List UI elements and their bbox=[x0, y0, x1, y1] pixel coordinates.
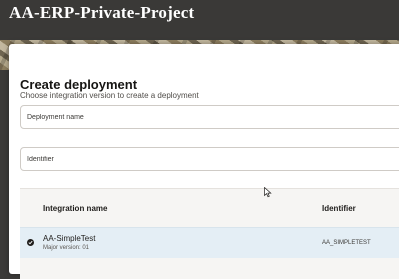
table-row[interactable]: AA-SimpleTest Major version: 01 AA_SIMPL… bbox=[20, 227, 399, 258]
column-header-identifier[interactable]: Identifier bbox=[322, 204, 356, 213]
mouse-cursor-icon bbox=[264, 187, 272, 198]
integration-version: Major version: 01 bbox=[43, 245, 90, 251]
integration-table: Integration name Identifier AA-SimpleTes… bbox=[20, 188, 399, 279]
check-icon bbox=[27, 239, 34, 246]
integration-identifier: AA_SIMPLETEST bbox=[322, 240, 371, 246]
identifier-field[interactable] bbox=[20, 147, 399, 171]
deployment-name-input[interactable] bbox=[21, 106, 399, 128]
drawer-title: Create deployment bbox=[20, 77, 138, 92]
create-deployment-drawer: Create deployment Choose integration ver… bbox=[9, 44, 399, 279]
identifier-input[interactable] bbox=[21, 148, 399, 170]
deployment-name-field[interactable] bbox=[20, 105, 399, 129]
top-bar: AA-ERP-Private-Project bbox=[0, 0, 399, 44]
integration-name: AA-SimpleTest bbox=[43, 234, 96, 243]
app-title: AA-ERP-Private-Project bbox=[9, 3, 195, 22]
drawer-subtitle: Choose integration version to create a d… bbox=[20, 91, 199, 100]
column-header-integration-name[interactable]: Integration name bbox=[43, 204, 107, 213]
